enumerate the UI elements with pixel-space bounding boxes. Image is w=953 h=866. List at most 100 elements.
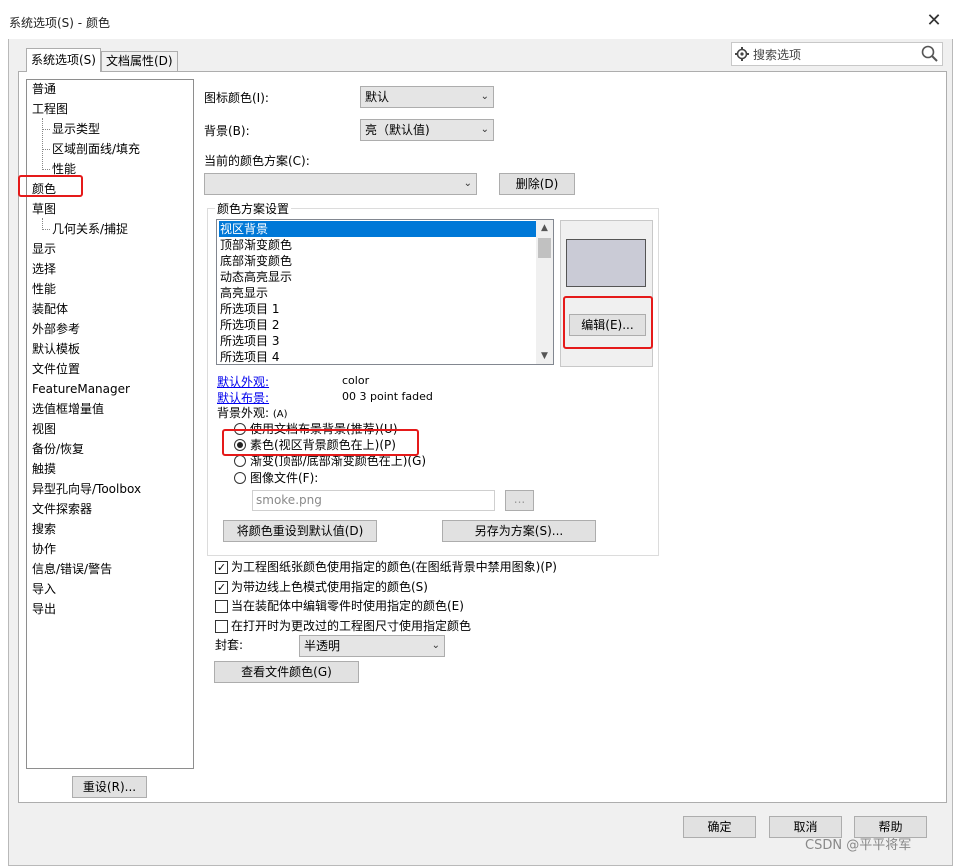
tree-connector — [43, 229, 50, 230]
tree-item[interactable]: 外部参考 — [32, 321, 80, 337]
save-scheme-button[interactable]: 另存为方案(S)... — [442, 520, 596, 542]
checkbox-drawing-paper-color[interactable]: ✓ — [215, 561, 228, 574]
color-list-item[interactable]: 顶部渐变颜色 — [220, 237, 292, 253]
default-appearance-value: color — [342, 374, 370, 387]
color-list-item[interactable]: 所选项目 2 — [220, 317, 279, 333]
color-list-item[interactable]: 动态高亮显示 — [220, 269, 292, 285]
view-document-colors-button[interactable]: 查看文件颜色(G) — [214, 661, 359, 683]
color-list-item[interactable]: 高亮显示 — [220, 285, 268, 301]
cancel-button[interactable]: 取消 — [769, 816, 842, 838]
scroll-down-icon[interactable]: ▼ — [536, 348, 553, 364]
tree-item[interactable]: 信息/错误/警告 — [32, 561, 112, 577]
checkbox-shaded-edges-color[interactable]: ✓ — [215, 581, 228, 594]
background-select[interactable]: 亮（默认值) ⌄ — [360, 119, 494, 141]
tree-item[interactable]: 装配体 — [32, 301, 68, 317]
background-value: 亮（默认值) — [365, 123, 430, 137]
chevron-down-icon: ⌄ — [431, 640, 440, 651]
envelope-value: 半透明 — [304, 639, 341, 653]
ok-button[interactable]: 确定 — [683, 816, 756, 838]
scroll-up-icon[interactable]: ▲ — [536, 220, 553, 236]
tree-item[interactable]: FeatureManager — [32, 381, 130, 397]
tree-connector — [43, 169, 50, 170]
tree-item[interactable]: 导出 — [32, 601, 56, 617]
highlight-edit-button — [563, 296, 653, 349]
chevron-down-icon: ⌄ — [480, 91, 489, 102]
radio-image-file[interactable] — [234, 472, 246, 484]
tree-connector — [43, 129, 50, 130]
title-bar — [8, 9, 953, 39]
tree-item[interactable]: 工程图 — [32, 101, 68, 117]
envelope-select[interactable]: 半透明 ⌄ — [299, 635, 445, 657]
image-file-input[interactable]: smoke.png — [252, 490, 495, 511]
color-list-item[interactable]: 所选项目 1 — [220, 301, 279, 317]
tree-item[interactable]: 选值框增量值 — [32, 401, 104, 417]
color-items-list[interactable]: 视区背景 顶部渐变颜色 底部渐变颜色 动态高亮显示 高亮显示 所选项目 1 所选项目 2 所选… — [216, 219, 554, 365]
tree-connector — [43, 149, 50, 150]
reset-button[interactable]: 重设(R)... — [72, 776, 147, 798]
highlight-color-item — [18, 175, 83, 197]
icon-color-value: 默认 — [365, 90, 390, 104]
icon-color-label: 图标颜色(I): — [204, 91, 269, 105]
delete-button[interactable]: 删除(D) — [499, 173, 575, 195]
scroll-thumb[interactable] — [538, 238, 551, 258]
default-appearance-link[interactable]: 默认外观: — [217, 373, 269, 390]
tree-item[interactable]: 备份/恢复 — [32, 441, 84, 457]
scheme-label: 当前的颜色方案(C): — [204, 154, 310, 168]
search-input[interactable]: 搜索选项 — [731, 42, 943, 66]
checkbox-changed-dimension-color-label: 在打开时为更改过的工程图尺寸使用指定颜色 — [231, 619, 472, 633]
color-list-item[interactable]: 底部渐变颜色 — [220, 253, 292, 269]
watermark: CSDN @平平将军 — [805, 838, 912, 853]
tree-item[interactable]: 默认模板 — [32, 341, 80, 357]
tree-item[interactable]: 几何关系/捕捉 — [52, 221, 128, 237]
tree-item[interactable]: 导入 — [32, 581, 56, 597]
tree-item[interactable]: 视图 — [32, 421, 56, 437]
color-list-item[interactable]: 所选项目 3 — [220, 333, 279, 349]
checkbox-edit-part-color-label: 当在装配体中编辑零件时使用指定的颜色(E) — [231, 599, 464, 613]
tree-item[interactable]: 搜索 — [32, 521, 56, 537]
tree-item[interactable]: 文件位置 — [32, 361, 80, 377]
tree-item[interactable]: 区域剖面线/填充 — [52, 141, 140, 157]
radio-gradient[interactable] — [234, 455, 246, 467]
tree-item[interactable]: 触摸 — [32, 461, 56, 477]
default-scene-value: 00 3 point faded — [342, 390, 433, 403]
checkbox-shaded-edges-color-label: 为带边线上色模式使用指定的颜色(S) — [231, 580, 428, 594]
bg-appearance-suffix: (A) — [272, 409, 288, 420]
gear-icon — [735, 47, 749, 61]
tab-document-properties[interactable]: 文档属性(D) — [101, 51, 178, 71]
tree-item[interactable]: 显示类型 — [52, 121, 100, 137]
icon-color-select[interactable]: 默认 ⌄ — [360, 86, 494, 108]
checkbox-edit-part-color[interactable] — [215, 600, 228, 613]
scheme-select[interactable]: ⌄ — [204, 173, 477, 195]
tree-item[interactable]: 显示 — [32, 241, 56, 257]
envelope-label: 封套: — [215, 638, 244, 652]
help-button[interactable]: 帮助 — [854, 816, 927, 838]
radio-image-file-label: 图像文件(F): — [250, 471, 319, 485]
tree-item[interactable]: 协作 — [32, 541, 56, 557]
tree-connector — [42, 118, 43, 170]
tree-item[interactable]: 文件探索器 — [32, 501, 92, 517]
highlight-plain-radio — [222, 429, 419, 456]
search-placeholder: 搜索选项 — [753, 48, 802, 62]
tree-item[interactable]: 性能 — [32, 281, 56, 297]
tab-system-options[interactable]: 系统选项(S) — [26, 48, 101, 72]
bg-appearance-text: 背景外观: — [217, 406, 270, 420]
tree-item[interactable]: 草图 — [32, 201, 56, 217]
chevron-down-icon: ⌄ — [480, 124, 489, 135]
list-scrollbar[interactable]: ▲ ▼ — [536, 220, 553, 364]
scheme-settings-label: 颜色方案设置 — [215, 201, 292, 217]
search-icon[interactable] — [921, 45, 939, 63]
background-label: 背景(B): — [204, 124, 250, 138]
tree-item[interactable]: 普通 — [32, 81, 56, 97]
default-scene-link[interactable]: 默认布景: — [217, 389, 269, 406]
browse-button[interactable]: ... — [505, 490, 534, 511]
checkbox-drawing-paper-color-label: 为工程图纸张颜色使用指定的颜色(在图纸背景中禁用图象)(P) — [231, 560, 557, 574]
close-icon[interactable]: ✕ — [922, 10, 946, 31]
color-list-item[interactable]: 所选项目 4 — [220, 349, 279, 364]
color-list-item[interactable]: 视区背景 — [219, 221, 536, 237]
tree-item[interactable]: 异型孔向导/Toolbox — [32, 481, 141, 497]
chevron-down-icon: ⌄ — [463, 178, 472, 189]
color-swatch — [566, 239, 646, 287]
checkbox-changed-dimension-color[interactable] — [215, 620, 228, 633]
reset-colors-button[interactable]: 将颜色重设到默认值(D) — [223, 520, 377, 542]
tree-item[interactable]: 选择 — [32, 261, 56, 277]
